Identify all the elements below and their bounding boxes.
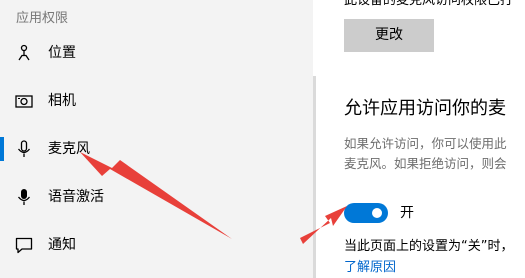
voice-activation-icon	[17, 189, 31, 205]
device-access-status-text: 此设备的麦克风访问权限已打	[344, 0, 514, 8]
toggle-knob	[372, 208, 382, 218]
sidebar-item-label: 相机	[48, 93, 76, 109]
camera-icon	[15, 95, 33, 108]
sidebar-header: 应用权限	[16, 11, 69, 26]
sidebar-item-location[interactable]: 位置	[0, 33, 313, 73]
sidebar-item-voice-activation[interactable]: 语音激活	[0, 177, 313, 217]
sidebar-item-label: 位置	[48, 45, 76, 61]
description-line: 如果允许访问，你可以使用此	[344, 136, 507, 151]
notification-icon	[15, 237, 33, 254]
learn-more-link[interactable]: 了解原因	[344, 259, 396, 277]
status-text: 当此页面上的设置为“关”时，	[344, 239, 514, 254]
sidebar-item-label: 麦克风	[48, 141, 90, 157]
change-button[interactable]: 更改	[344, 19, 434, 52]
section-heading: 允许应用访问你的麦	[344, 98, 506, 119]
sidebar: 应用权限 位置 相机 麦克风 语音激活 通知	[0, 0, 313, 278]
description: 如果允许访问，你可以使用此 麦克风。如果拒绝访问，则会	[344, 134, 525, 174]
toggle-state-label: 开	[400, 205, 414, 221]
sidebar-item-label: 语音激活	[48, 189, 104, 205]
sidebar-item-label: 通知	[48, 237, 76, 253]
microphone-icon	[17, 140, 31, 157]
location-icon	[18, 44, 30, 61]
app-access-toggle[interactable]	[344, 203, 388, 223]
description-line: 麦克风。如果拒绝访问，则会	[344, 156, 507, 171]
sidebar-item-microphone[interactable]: 麦克风	[0, 129, 313, 169]
main-content: 此设备的麦克风访问权限已打 更改 允许应用访问你的麦 如果允许访问，你可以使用此…	[316, 0, 525, 278]
selected-indicator	[0, 137, 4, 161]
sidebar-item-notification[interactable]: 通知	[0, 225, 313, 265]
sidebar-item-camera[interactable]: 相机	[0, 81, 313, 121]
